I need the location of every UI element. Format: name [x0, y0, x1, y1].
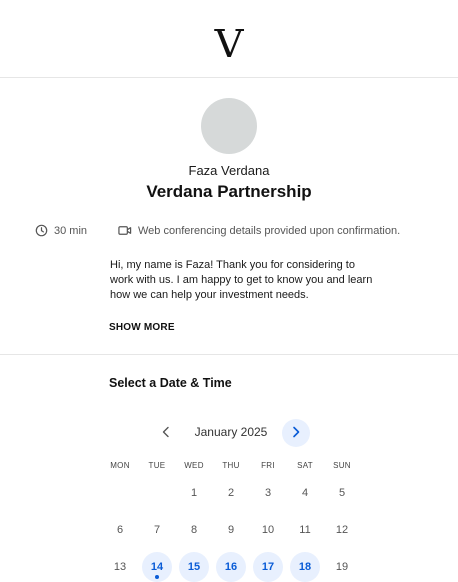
calendar-day: 5 [338, 487, 346, 499]
clock-icon [35, 224, 48, 237]
calendar-day: 6 [116, 524, 124, 536]
calendar-day: 4 [301, 487, 309, 499]
calendar-day: 2 [227, 487, 235, 499]
calendar-day-available[interactable]: 16 [216, 552, 246, 582]
chevron-right-icon [291, 426, 301, 441]
event-title: Verdana Partnership [146, 182, 312, 201]
calendar-day: 11 [299, 524, 311, 536]
calendar-day-available[interactable]: 17 [253, 552, 283, 582]
header: V [0, 0, 458, 78]
calendar-day: 19 [335, 561, 349, 573]
calendar-day: 8 [190, 524, 198, 536]
calendar-day: 12 [335, 524, 349, 536]
weekday-label: MON [110, 461, 130, 470]
month-navigation: January 2025 [0, 418, 458, 448]
weekday-label: WED [184, 461, 204, 470]
show-more-button[interactable]: SHOW MORE [109, 322, 175, 333]
calendar-day: 9 [227, 524, 235, 536]
picker-title: Select a Date & Time [109, 376, 232, 390]
today-indicator [155, 575, 159, 579]
verdana-logo: V [214, 22, 244, 66]
calendar-day: 1 [190, 487, 198, 499]
weekday-label: TUE [148, 461, 166, 470]
chevron-left-icon [161, 426, 171, 441]
event-description: Hi, my name is Faza! Thank you for consi… [110, 259, 373, 301]
weekday-label: SAT [297, 461, 313, 470]
duration-detail: 30 min [35, 224, 87, 237]
avatar [201, 98, 257, 154]
location-detail: Web conferencing details provided upon c… [118, 224, 400, 237]
calendar-day-available[interactable]: 14 [142, 552, 172, 582]
next-month-button[interactable] [282, 419, 310, 447]
calendar-day-available[interactable]: 15 [179, 552, 209, 582]
calendar-day-available[interactable]: 18 [290, 552, 320, 582]
location-text: Web conferencing details provided upon c… [138, 224, 401, 237]
calendar-day: 3 [264, 487, 272, 499]
weekday-label: THU [222, 461, 240, 470]
calendar-day: 13 [113, 561, 127, 573]
event-profile: Faza Verdana Verdana Partnership 30 min … [0, 78, 458, 355]
host-name: Faza Verdana [188, 163, 270, 178]
duration-text: 30 min [54, 224, 88, 237]
video-camera-icon [118, 224, 132, 237]
weekday-header: MON TUE WED THU FRI SAT SUN [0, 461, 458, 473]
calendar-day: 7 [153, 524, 161, 536]
weekday-label: FRI [261, 461, 275, 470]
calendar-day: 10 [261, 524, 275, 536]
month-label: January 2025 [194, 425, 268, 439]
previous-month-button[interactable] [152, 419, 180, 447]
event-details: 30 min Web conferencing details provided… [0, 224, 458, 240]
weekday-label: SUN [333, 461, 351, 470]
